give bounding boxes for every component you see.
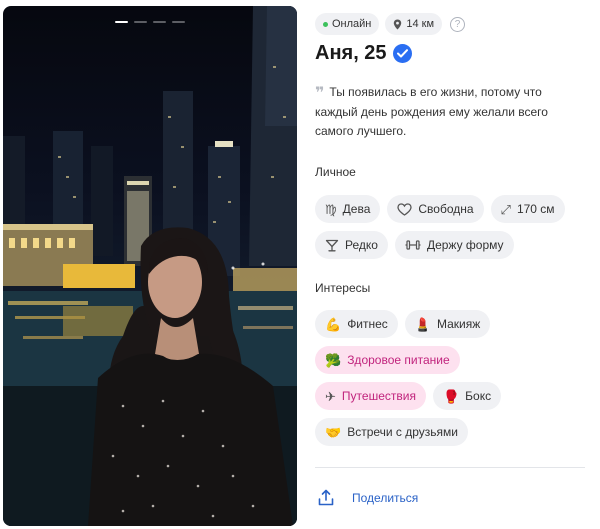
dumbbell-icon [405, 240, 421, 250]
chip-relationship-label: Свободна [418, 202, 474, 216]
status-row: Онлайн 14 км ? [315, 13, 466, 35]
photo-scene [3, 6, 297, 526]
chip-interest-boxing: 🥊 Бокс [432, 382, 502, 410]
chip-height: ⤢ 170 см [490, 195, 565, 223]
bio-text: Ты появилась в его жизни, потому что каж… [315, 85, 548, 138]
share-label: Поделиться [352, 490, 419, 505]
virgo-icon: ♍ [325, 201, 337, 217]
glass-icon [325, 239, 339, 251]
chip-interest-healthy-food: 🥦 Здоровое питание [315, 346, 460, 374]
profile-name: Аня, 25 [315, 42, 387, 64]
chip-interest-travel-label: Путешествия [341, 389, 416, 403]
chip-fitness: Держу форму [394, 231, 514, 259]
share-upload-icon [318, 489, 334, 506]
online-label: Онлайн [332, 18, 372, 30]
photo-dot-3[interactable] [153, 21, 166, 23]
resize-arrows-icon: ⤢ [500, 201, 511, 217]
chip-interest-makeup-label: Макияж [437, 317, 481, 331]
chip-zodiac: ♍ Дева [315, 195, 381, 223]
chip-drinking-label: Редко [345, 238, 378, 252]
share-button[interactable]: Поделиться [318, 489, 418, 506]
personal-chips: ♍ Дева Свободна ⤢ 170 см Редко Держу фор… [315, 195, 595, 267]
profile-photo[interactable] [3, 6, 297, 526]
chip-interest-fitness-label: Фитнес [347, 317, 388, 331]
chip-interest-makeup: 💄 Макияж [404, 310, 491, 338]
photo-dot-2[interactable] [134, 21, 147, 23]
chip-interest-healthy-food-label: Здоровое питание [347, 353, 450, 367]
chip-interest-friends: 🤝 Встречи с друзьями [315, 418, 469, 446]
chip-interest-friends-label: Встречи с друзьями [347, 425, 459, 439]
chip-zodiac-label: Дева [342, 202, 371, 216]
heart-icon [397, 202, 413, 216]
online-dot-icon [323, 21, 328, 27]
name-row: Аня, 25 [315, 42, 412, 65]
chip-interest-fitness: 💪 Фитнес [315, 310, 398, 338]
chip-fitness-label: Держу форму [426, 238, 504, 252]
interests-section-title: Интересы [315, 281, 371, 295]
chip-interest-boxing-label: Бокс [465, 389, 492, 403]
photo-dot-1[interactable] [115, 21, 128, 23]
question-icon[interactable]: ? [450, 16, 466, 32]
boxing-glove-icon: 🥊 [442, 388, 460, 404]
photo-dot-4[interactable] [172, 21, 185, 23]
airplane-icon: ✈ [325, 388, 336, 404]
distance-badge: 14 км [385, 13, 443, 35]
handshake-icon: 🤝 [325, 424, 342, 440]
chip-drinking: Редко [315, 231, 388, 259]
chip-height-label: 170 см [516, 202, 555, 216]
verified-check-icon[interactable] [392, 44, 412, 63]
photo-pagination [115, 21, 185, 23]
broccoli-icon: 🥦 [325, 352, 342, 368]
chip-interest-travel: ✈ Путешествия [315, 382, 426, 410]
interest-chips: 💪 Фитнес 💄 Макияж 🥦 Здоровое питание ✈ П… [315, 310, 595, 454]
quote-icon: ❞ [315, 85, 325, 102]
online-badge: Онлайн [315, 13, 380, 35]
bio-quote: ❞ Ты появилась в его жизни, потому что ка… [315, 83, 585, 141]
flexed-biceps-icon: 💪 [325, 316, 342, 332]
lipstick-icon: 💄 [414, 316, 431, 332]
distance-label: 14 км [406, 18, 435, 30]
divider [315, 467, 585, 468]
personal-section-title: Личное [315, 165, 356, 179]
location-pin-icon [394, 19, 402, 29]
chip-relationship: Свободна [387, 195, 484, 223]
